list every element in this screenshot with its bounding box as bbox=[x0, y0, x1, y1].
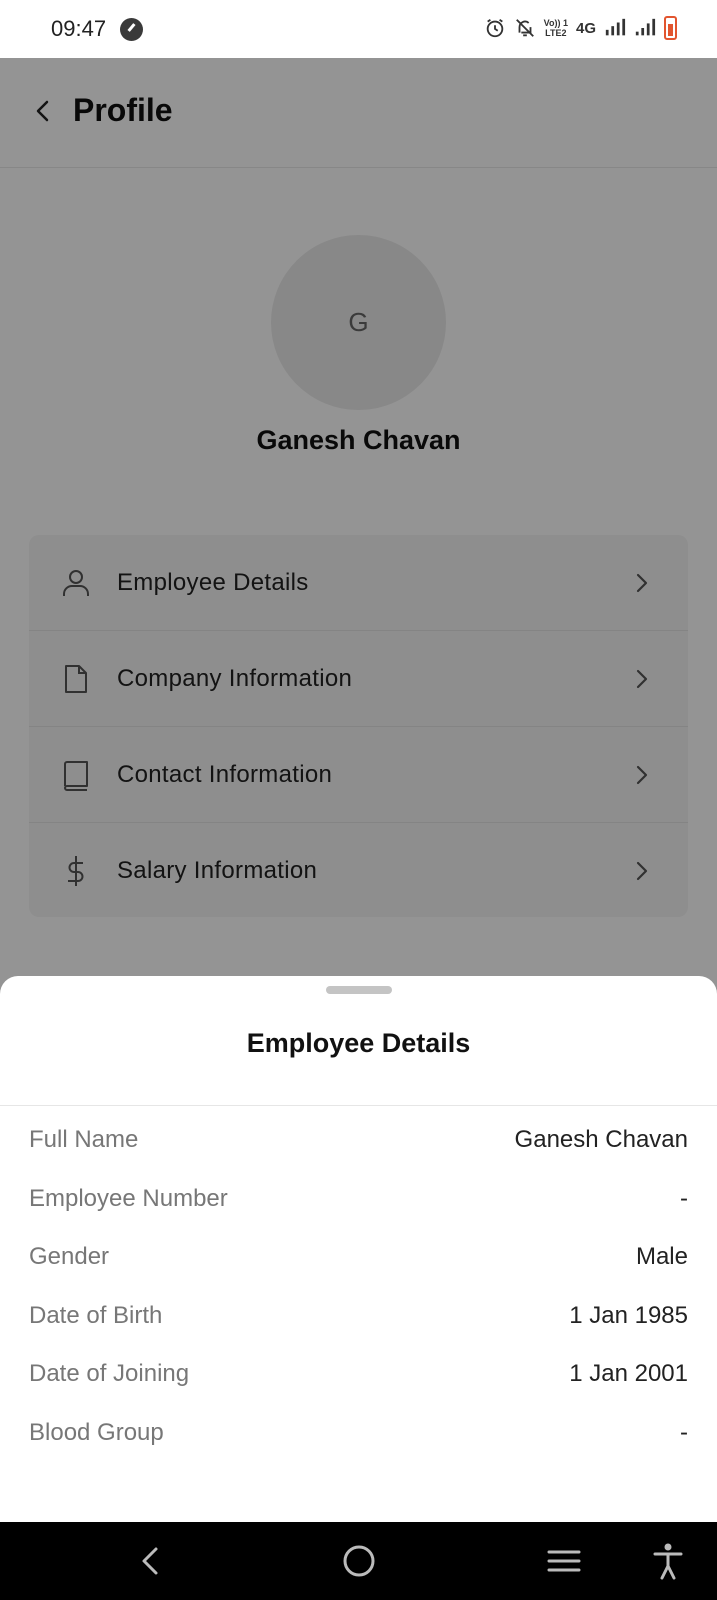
alarm-icon bbox=[486, 18, 503, 38]
signal-icon bbox=[635, 18, 656, 36]
detail-row-blood-group: Blood Group - bbox=[29, 1419, 688, 1478]
detail-value: 1 Jan 1985 bbox=[569, 1301, 688, 1329]
accessibility-icon[interactable] bbox=[647, 1540, 689, 1582]
detail-value: - bbox=[680, 1418, 688, 1446]
detail-row-full-name: Full Name Ganesh Chavan bbox=[29, 1126, 688, 1185]
back-icon[interactable] bbox=[130, 1540, 172, 1582]
system-nav-bar bbox=[0, 1522, 717, 1600]
detail-value: 1 Jan 2001 bbox=[569, 1360, 688, 1387]
employee-details-sheet: Employee Details Full Name Ganesh Chavan… bbox=[0, 976, 717, 1522]
detail-list: Full Name Ganesh Chavan Employee Number … bbox=[29, 1126, 688, 1477]
detail-label: Gender bbox=[29, 1243, 110, 1270]
detail-row-date-of-birth: Date of Birth 1 Jan 1985 bbox=[29, 1302, 688, 1361]
detail-value: Male bbox=[635, 1243, 688, 1270]
drag-handle[interactable] bbox=[326, 986, 392, 994]
status-time: 09:47 bbox=[51, 16, 107, 41]
detail-value: Ganesh Chavan bbox=[514, 1126, 688, 1153]
detail-label: Date of Joining bbox=[29, 1360, 190, 1387]
bell-off-icon bbox=[515, 19, 534, 37]
detail-row-gender: Gender Male bbox=[29, 1243, 688, 1302]
detail-row-date-of-joining: Date of Joining 1 Jan 2001 bbox=[29, 1360, 688, 1419]
status-icons: Vo)) 1 LTE2 4G bbox=[484, 16, 677, 40]
sheet-title: Employee Details bbox=[246, 1028, 471, 1058]
speedometer-icon bbox=[120, 18, 143, 41]
volte-icon: Vo)) 1 LTE2 bbox=[543, 18, 568, 38]
home-icon[interactable] bbox=[338, 1540, 380, 1582]
detail-label: Date of Birth bbox=[29, 1301, 163, 1329]
signal-icon bbox=[605, 18, 626, 36]
battery-icon bbox=[664, 16, 677, 40]
divider bbox=[0, 1105, 717, 1106]
recents-icon[interactable] bbox=[543, 1540, 585, 1582]
detail-label: Blood Group bbox=[29, 1418, 164, 1446]
detail-label: Full Name bbox=[29, 1126, 139, 1153]
detail-label: Employee Number bbox=[29, 1184, 228, 1212]
network-label: 4G bbox=[575, 19, 596, 37]
status-bar: 09:47 Vo)) 1 LTE2 4G bbox=[0, 0, 717, 58]
detail-row-employee-number: Employee Number - bbox=[29, 1185, 688, 1244]
detail-value: - bbox=[680, 1184, 688, 1212]
